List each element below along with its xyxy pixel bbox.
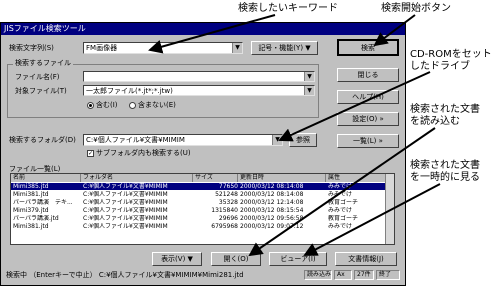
arrow-cdrom [278, 71, 431, 142]
arrow-keyword [148, 14, 276, 54]
callout-arrows [148, 14, 441, 257]
arrow-start [373, 14, 416, 47]
arrow-view [303, 183, 441, 256]
